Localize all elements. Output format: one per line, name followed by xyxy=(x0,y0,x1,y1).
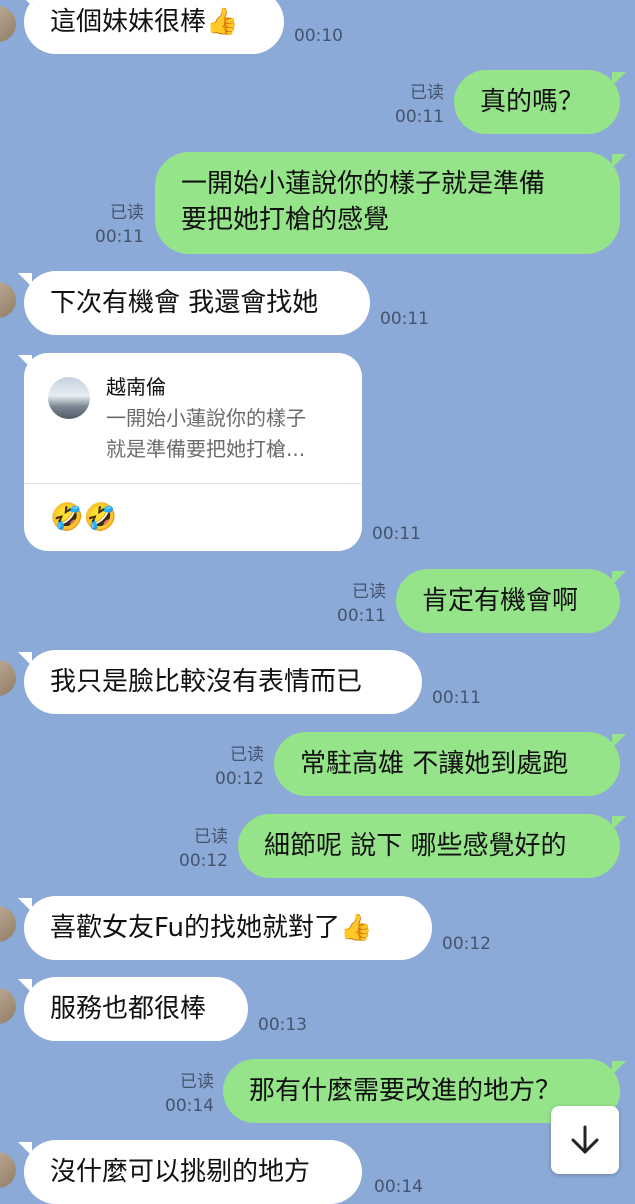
incoming-message[interactable]: 服務也都很棒 xyxy=(18,977,248,1041)
divider xyxy=(24,483,362,484)
message-text: 🤣🤣 xyxy=(50,502,118,533)
sender-avatar[interactable] xyxy=(0,660,16,696)
message-text: 肯定有機會啊 xyxy=(422,586,579,616)
incoming-message[interactable]: 這個妹妹很棒👍 xyxy=(18,0,284,54)
message-time: 00:11 xyxy=(395,107,444,127)
message-time: 00:11 xyxy=(95,227,144,247)
sender-avatar[interactable] xyxy=(0,1152,16,1188)
read-receipt: 已读 xyxy=(410,83,444,103)
outgoing-message[interactable]: 一開始小蓮說你的樣子就是準備 要把她打槍的感覺 xyxy=(155,152,626,254)
message-text: 細節呢 說下 哪些感覺好的 xyxy=(264,831,567,861)
read-receipt: 已读 xyxy=(230,745,264,765)
incoming-message[interactable]: 我只是臉比較沒有表情而已 xyxy=(18,650,422,714)
message-text: 下次有機會 我還會找她 xyxy=(50,288,319,318)
read-receipt: 已读 xyxy=(110,203,144,223)
message-time: 00:11 xyxy=(380,309,429,329)
message-text: 我只是臉比較沒有表情而已 xyxy=(50,667,363,697)
sender-avatar[interactable] xyxy=(0,906,16,942)
message-text-line: 一開始小蓮說你的樣子就是準備 xyxy=(181,169,546,199)
message-time: 00:14 xyxy=(165,1096,214,1116)
message-text: 真的嗎？ xyxy=(480,87,585,117)
message-time: 00:13 xyxy=(258,1015,307,1035)
read-receipt: 已读 xyxy=(352,582,386,602)
message-text: 常駐高雄 不讓她到處跑 xyxy=(300,749,569,779)
sender-avatar[interactable] xyxy=(0,282,16,318)
outgoing-message[interactable]: 真的嗎？ xyxy=(454,70,626,134)
quoted-text-line: 一開始小蓮說你的樣子 xyxy=(106,406,306,430)
message-time: 00:11 xyxy=(337,606,386,626)
sender-avatar[interactable] xyxy=(0,988,16,1024)
message-time: 00:12 xyxy=(442,934,491,954)
message-time: 00:11 xyxy=(432,688,481,708)
message-text: 這個妹妹很棒👍 xyxy=(50,7,239,37)
message-text: 沒什麼可以挑剔的地方 xyxy=(50,1157,311,1187)
arrow-down-icon xyxy=(571,1125,599,1154)
message-text: 那有什麼需要改進的地方？ xyxy=(249,1076,562,1106)
quoted-message-preview[interactable]: 一開始小蓮說你的樣子 就是準備要把她打槍... xyxy=(106,403,346,465)
quoted-text-line: 就是準備要把她打槍... xyxy=(106,437,306,461)
message-text: 喜歡女友Fu的找她就對了👍 xyxy=(50,913,373,943)
incoming-message[interactable]: 下次有機會 我還會找她 xyxy=(18,271,370,335)
message-time: 00:11 xyxy=(372,524,421,544)
incoming-message[interactable]: 沒什麼可以挑剔的地方 xyxy=(18,1140,362,1204)
message-time: 00:10 xyxy=(294,26,343,46)
message-text: 服務也都很棒 xyxy=(50,994,207,1024)
read-receipt: 已读 xyxy=(180,1072,214,1092)
outgoing-message[interactable]: 常駐高雄 不讓她到處跑 xyxy=(274,732,626,796)
sender-avatar[interactable] xyxy=(0,6,16,42)
outgoing-message[interactable]: 細節呢 說下 哪些感覺好的 xyxy=(238,814,626,878)
scroll-to-bottom-button[interactable] xyxy=(551,1106,619,1174)
read-receipt: 已读 xyxy=(194,827,228,847)
reply-message[interactable]: 越南倫 一開始小蓮說你的樣子 就是準備要把她打槍... 🤣🤣 xyxy=(18,353,362,551)
quoted-sender-name: 越南倫 xyxy=(106,375,166,399)
message-text-line: 要把她打槍的感覺 xyxy=(181,205,390,235)
message-time: 00:14 xyxy=(374,1177,423,1197)
message-time: 00:12 xyxy=(215,769,264,789)
outgoing-message[interactable]: 肯定有機會啊 xyxy=(396,569,626,633)
quoted-sender-avatar xyxy=(48,377,90,419)
message-time: 00:12 xyxy=(179,851,228,871)
incoming-message[interactable]: 喜歡女友Fu的找她就對了👍 xyxy=(18,896,432,960)
